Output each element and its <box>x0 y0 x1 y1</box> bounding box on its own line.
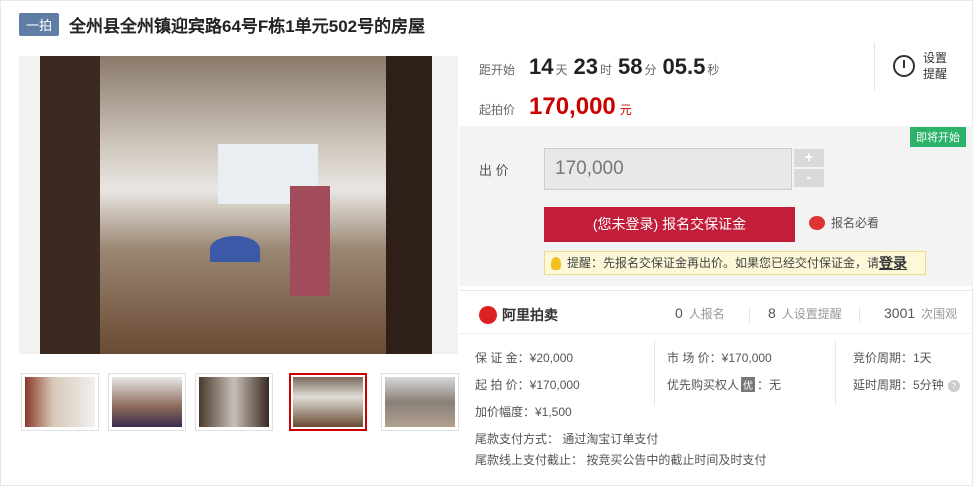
thumbnail-strip <box>19 373 459 431</box>
brand-name: 阿里拍卖 <box>502 307 558 323</box>
countdown-days: 14 <box>529 54 554 79</box>
bid-amount-input[interactable]: 170,000 <box>544 148 792 190</box>
photo-clothes <box>290 186 330 296</box>
priority-buyer: 优先购买权人优：无 <box>667 376 781 393</box>
signup-deposit-button[interactable]: (您未登录) 报名交保证金 <box>544 207 795 242</box>
lightbulb-icon <box>551 256 561 270</box>
must-read-link[interactable]: 报名必看 <box>809 214 879 231</box>
ali-auction-logo-icon <box>479 306 497 324</box>
countdown-seconds: 05.5 <box>662 54 706 79</box>
stats-divider <box>749 307 750 323</box>
help-icon[interactable]: ? <box>947 380 960 392</box>
start-price-row: 起拍价 170,000 元 <box>479 93 632 121</box>
view-count-unit: 次围观 <box>921 307 958 321</box>
thumbnail-4[interactable] <box>289 373 367 431</box>
delay-cycle: 延时周期：5分钟? <box>853 376 960 393</box>
countdown-label: 距开始 <box>479 63 516 77</box>
increase-bid-button[interactable]: + <box>794 149 824 167</box>
detail-start-price: 起 拍 价：¥170,000 <box>475 378 580 392</box>
signup-count-unit: 人报名 <box>688 307 725 321</box>
bid-cycle: 竞价周期：1天 <box>853 351 932 365</box>
priority-buyer-label: 优先购买权人 <box>667 378 740 392</box>
photo-door-left <box>40 56 100 354</box>
thumbnail-2[interactable] <box>108 373 186 431</box>
coins-icon <box>809 215 825 230</box>
view-count: 3001 次围观 <box>884 305 957 322</box>
details-divider <box>654 340 655 406</box>
photo-door-right <box>386 56 432 354</box>
login-hint: 提醒：先报名交保证金再出价。如果您已经交付保证金，请 登录 <box>544 251 926 275</box>
auction-details: 保 证 金：¥20,000 市 场 价：¥170,000 竞价周期：1天 起 拍… <box>459 333 973 467</box>
title-row: 一拍 全州县全州镇迎宾路64号F栋1单元502号的房屋 <box>19 11 425 37</box>
photo-umbrella <box>210 236 260 262</box>
reminder-count: 8 人设置提醒 <box>768 305 842 322</box>
reminder-count-value: 8 <box>768 305 776 321</box>
countdown-minutes-unit: 分 <box>644 63 657 77</box>
deposit: 保 证 金：¥20,000 <box>475 351 574 365</box>
status-badge: 即将开始 <box>910 127 966 147</box>
decrease-bid-button[interactable]: - <box>794 169 824 187</box>
payment-deadline: 尾款线上支付截止： 按竞买公告中的截止时间及时支付 <box>475 453 767 467</box>
countdown-hours: 23 <box>573 54 598 79</box>
stats-divider <box>859 307 860 323</box>
alarm-clock-icon <box>893 55 915 77</box>
thumbnail-3[interactable] <box>195 373 273 431</box>
auction-round-tag: 一拍 <box>19 12 60 36</box>
countdown-seconds-unit: 秒 <box>707 63 720 77</box>
thumbnail-1[interactable] <box>21 373 99 431</box>
priority-icon[interactable]: 优 <box>741 377 756 392</box>
payment-method: 尾款支付方式： 通过淘宝订单支付 <box>475 432 659 446</box>
countdown-hours-unit: 时 <box>600 63 613 77</box>
reminder-label-line2: 提醒 <box>923 67 948 81</box>
details-divider <box>835 340 836 406</box>
bid-label: 出 价 <box>479 163 509 178</box>
signup-count: 0 人报名 <box>675 305 725 322</box>
delay-cycle-text: 延时周期：5分钟 <box>853 378 944 392</box>
set-reminder-button[interactable]: 设置 提醒 <box>874 42 973 90</box>
thumbnail-5[interactable] <box>381 373 459 431</box>
countdown: 距开始 14 天 23 时 58 分 05.5 秒 <box>479 54 725 80</box>
bid-increment: 加价幅度：¥1,500 <box>475 405 572 419</box>
reminder-count-unit: 人设置提醒 <box>781 307 842 321</box>
page-title: 全州县全州镇迎宾路64号F栋1单元502号的房屋 <box>69 16 426 36</box>
start-price-value: 170,000 <box>529 93 616 120</box>
signup-count-value: 0 <box>675 305 683 321</box>
brand: 阿里拍卖 <box>479 305 558 325</box>
countdown-days-unit: 天 <box>555 63 568 77</box>
start-price-unit: 元 <box>619 103 632 117</box>
bid-box: 即将开始 出 价 170,000 + - (您未登录) 报名交保证金 报名必看 … <box>459 126 973 286</box>
hint-text: 提醒：先报名交保证金再出价。如果您已经交付保证金，请 <box>567 256 880 270</box>
start-price-label: 起拍价 <box>479 103 516 117</box>
room-photo <box>40 56 432 354</box>
countdown-minutes: 58 <box>618 54 643 79</box>
reminder-label-line1: 设置 <box>923 51 948 65</box>
must-read-label: 报名必看 <box>831 216 880 230</box>
login-link[interactable]: 登录 <box>879 252 907 274</box>
view-count-value: 3001 <box>884 305 916 321</box>
stats-bar: 阿里拍卖 0 人报名 8 人设置提醒 3001 次围观 <box>459 290 973 330</box>
priority-buyer-value: ：无 <box>757 378 782 392</box>
market-price: 市 场 价：¥170,000 <box>667 351 772 365</box>
main-photo[interactable]: 🔍 <box>19 56 458 354</box>
